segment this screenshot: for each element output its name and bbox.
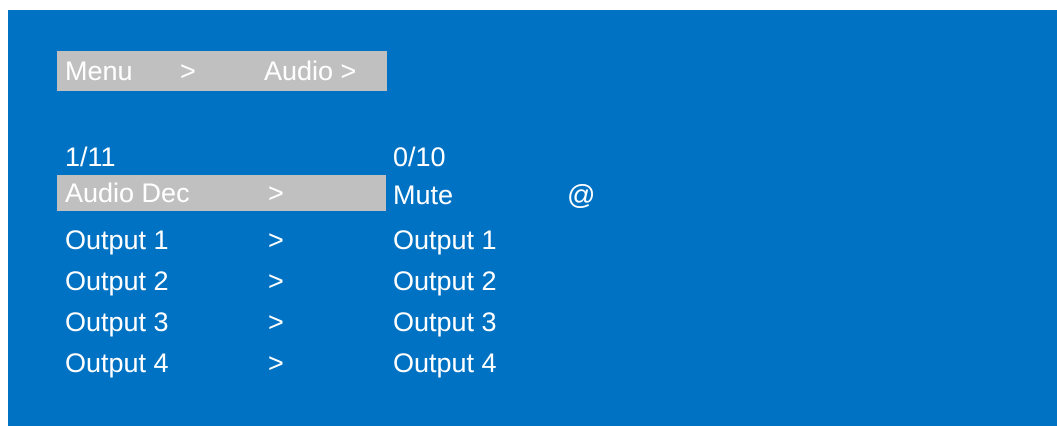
breadcrumb: Menu > Audio > xyxy=(57,51,387,91)
right-list-counter: 0/10 xyxy=(393,142,446,172)
menu-item-output-2[interactable]: Output 2 > xyxy=(57,263,386,299)
menu-item-label: Audio Dec xyxy=(65,178,190,208)
chevron-right-icon: > xyxy=(268,348,284,378)
chevron-right-icon: > xyxy=(268,225,284,255)
breadcrumb-current[interactable]: Audio > xyxy=(264,56,356,86)
chevron-right-icon: > xyxy=(268,178,284,208)
menu-item-label: Output 3 xyxy=(65,307,169,337)
menu-item-output-3[interactable]: Output 3 > xyxy=(57,304,386,340)
submenu-item-label: Output 1 xyxy=(393,225,497,255)
selection-marker: @ xyxy=(567,179,596,210)
chevron-right-icon: > xyxy=(268,307,284,337)
left-list-counter: 1/11 xyxy=(65,142,116,172)
submenu-item-label: Output 4 xyxy=(393,348,497,378)
submenu-item-label: Output 3 xyxy=(393,307,497,337)
breadcrumb-root[interactable]: Menu xyxy=(65,56,133,86)
submenu-item-output-2[interactable]: Output 2 xyxy=(393,263,613,299)
submenu-item-output-4[interactable]: Output 4 xyxy=(393,345,613,381)
submenu-item-label: Output 2 xyxy=(393,266,497,296)
menu-item-audio-dec[interactable]: Audio Dec > xyxy=(57,175,386,211)
submenu-item-output-3[interactable]: Output 3 xyxy=(393,304,613,340)
menu-item-output-4[interactable]: Output 4 > xyxy=(57,345,386,381)
menu-item-output-1[interactable]: Output 1 > xyxy=(57,222,386,258)
submenu-item-label: Mute xyxy=(393,180,454,210)
chevron-right-icon: > xyxy=(268,266,284,296)
submenu-item-output-1[interactable]: Output 1 xyxy=(393,222,613,258)
osd-screen: Menu > Audio > 1/11 0/10 Audio Dec > Out… xyxy=(8,10,1057,426)
menu-item-label: Output 4 xyxy=(65,348,169,378)
menu-item-label: Output 2 xyxy=(65,266,169,296)
breadcrumb-separator: > xyxy=(180,56,196,86)
menu-item-label: Output 1 xyxy=(65,225,169,255)
